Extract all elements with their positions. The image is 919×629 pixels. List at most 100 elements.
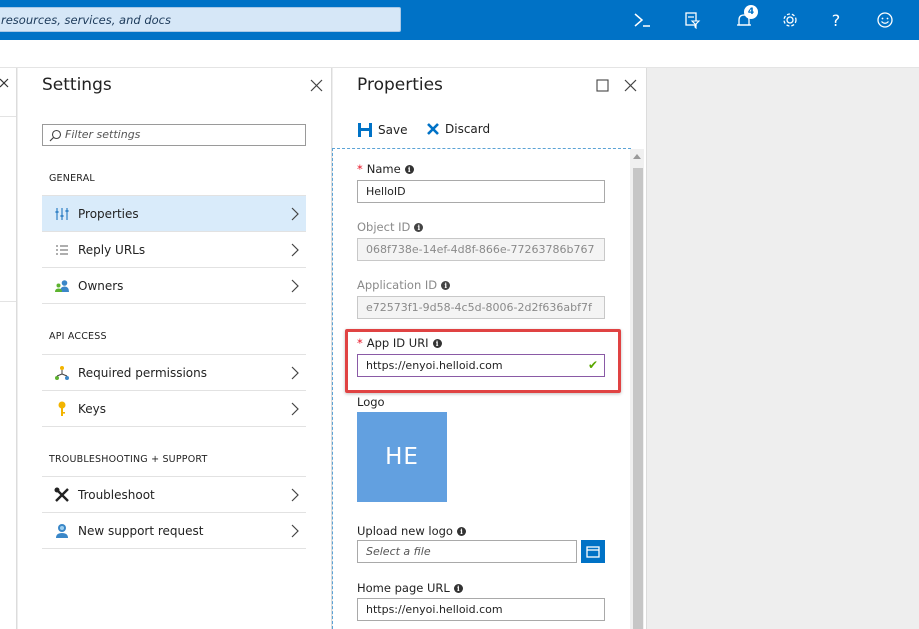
divider [42,303,306,304]
chevron-right-icon [291,279,299,293]
app-logo-tile: HE [357,412,447,502]
settings-blade: Settings Filter settings GENERAL Propert… [18,68,332,629]
support-person-icon [54,523,70,539]
settings-gear-icon[interactable] [776,8,804,32]
tools-icon [54,487,70,503]
divider [42,548,306,549]
divider [0,116,16,117]
properties-sliders-icon [54,206,70,222]
close-icon[interactable] [309,78,325,94]
application-id-label: Application ID i [357,278,451,292]
upload-logo-label: Upload new logo i [357,524,466,538]
name-label-text: Name [366,162,401,176]
info-icon[interactable]: i [456,526,466,536]
home-page-url-label-text: Home page URL [357,581,450,595]
menu-item-label: Reply URLs [78,243,146,257]
chevron-right-icon [291,243,299,257]
home-page-url-field[interactable]: https://enyoi.helloid.com [357,598,605,621]
menu-item-label: New support request [78,524,204,538]
info-icon[interactable]: i [404,164,414,174]
scrollbar-thumb[interactable] [633,168,643,629]
required-asterisk: * [357,162,363,176]
menu-item-owners[interactable]: Owners [42,267,306,303]
filter-placeholder: Filter settings [65,128,141,141]
global-search-input[interactable]: resources, services, and docs [0,7,401,32]
home-page-url-label: Home page URL i [357,581,463,595]
info-icon[interactable]: i [441,280,451,290]
previous-blade [0,68,17,629]
object-id-field[interactable]: 068f738e-14ef-4d8f-866e-77263786b767 [357,238,605,261]
menu-item-new-support-request[interactable]: New support request [42,512,306,548]
object-id-label: Object ID i [357,220,424,234]
key-icon [54,401,70,417]
name-label: * Name i [357,162,414,176]
info-icon[interactable]: i [432,338,442,348]
settings-title: Settings [42,75,112,95]
permissions-network-icon [54,365,70,381]
maximize-icon[interactable] [595,78,611,94]
required-asterisk: * [357,336,363,350]
help-icon[interactable]: ? [822,8,850,32]
logo-label-text: Logo [357,395,385,409]
logo-initials: HE [385,444,419,470]
save-button[interactable]: Save [357,122,407,138]
menu-item-reply-urls[interactable]: Reply URLs [42,231,306,267]
chevron-right-icon [291,366,299,380]
save-label: Save [378,123,408,137]
breadcrumb-bar [0,40,919,68]
close-icon[interactable] [623,78,639,94]
search-placeholder: resources, services, and docs [1,13,171,27]
top-bar: resources, services, and docs 4 ? [0,0,919,40]
divider [0,301,16,302]
scroll-up-arrow-icon[interactable] [633,154,641,159]
app-id-uri-value: https://enyoi.helloid.com [366,359,503,372]
save-disk-icon [358,123,372,137]
properties-title: Properties [357,75,443,95]
divider [42,426,306,427]
upload-logo-placeholder: Select a file [366,545,431,558]
upload-logo-file-input[interactable]: Select a file [357,540,577,563]
chevron-right-icon [291,488,299,502]
filter-settings-input[interactable]: Filter settings [42,124,306,146]
chevron-right-icon [291,524,299,538]
app-id-uri-field[interactable]: https://enyoi.helloid.com ✔ [357,354,605,377]
menu-item-label: Troubleshoot [78,488,155,502]
application-id-value: e72573f1-9d58-4c5d-8006-2d2f636abf7f [366,301,592,314]
notification-count-badge: 4 [744,5,758,19]
menu-item-required-permissions[interactable]: Required permissions [42,354,306,390]
directory-filter-icon[interactable] [678,8,706,32]
info-icon[interactable]: i [414,222,424,232]
object-id-value: 068f738e-14ef-4d8f-866e-77263786b767 [366,243,595,256]
folder-browse-icon [586,545,600,558]
section-heading-general: GENERAL [49,173,95,184]
search-icon [49,129,62,142]
home-page-url-value: https://enyoi.helloid.com [366,603,503,616]
feedback-smiley-icon[interactable] [871,8,899,32]
close-icon[interactable] [0,78,10,92]
app-id-uri-label: * App ID URI i [357,336,442,350]
discard-button[interactable]: Discard [426,122,490,136]
cloud-shell-icon[interactable] [628,8,656,32]
notifications-icon[interactable]: 4 [730,5,758,32]
info-icon[interactable]: i [453,583,463,593]
browse-file-button[interactable] [581,540,605,563]
menu-item-keys[interactable]: Keys [42,390,306,426]
logo-label: Logo [357,395,385,409]
section-heading-troubleshooting: TROUBLESHOOTING + SUPPORT [49,454,208,465]
menu-item-troubleshoot[interactable]: Troubleshoot [42,476,306,512]
chevron-right-icon [291,207,299,221]
discard-label: Discard [445,122,491,136]
name-field[interactable]: HelloID [357,180,605,203]
object-id-label-text: Object ID [357,220,411,234]
menu-item-properties[interactable]: Properties [42,195,306,231]
menu-item-label: Owners [78,279,124,293]
discard-x-icon [427,123,439,135]
menu-item-label: Required permissions [78,366,208,380]
owners-users-icon [54,278,70,294]
name-value: HelloID [366,185,406,198]
upload-logo-label-text: Upload new logo [357,524,453,538]
application-id-field[interactable]: e72573f1-9d58-4c5d-8006-2d2f636abf7f [357,296,605,319]
section-heading-api-access: API ACCESS [49,331,107,342]
help-glyph: ? [831,10,841,30]
application-id-label-text: Application ID [357,278,438,292]
